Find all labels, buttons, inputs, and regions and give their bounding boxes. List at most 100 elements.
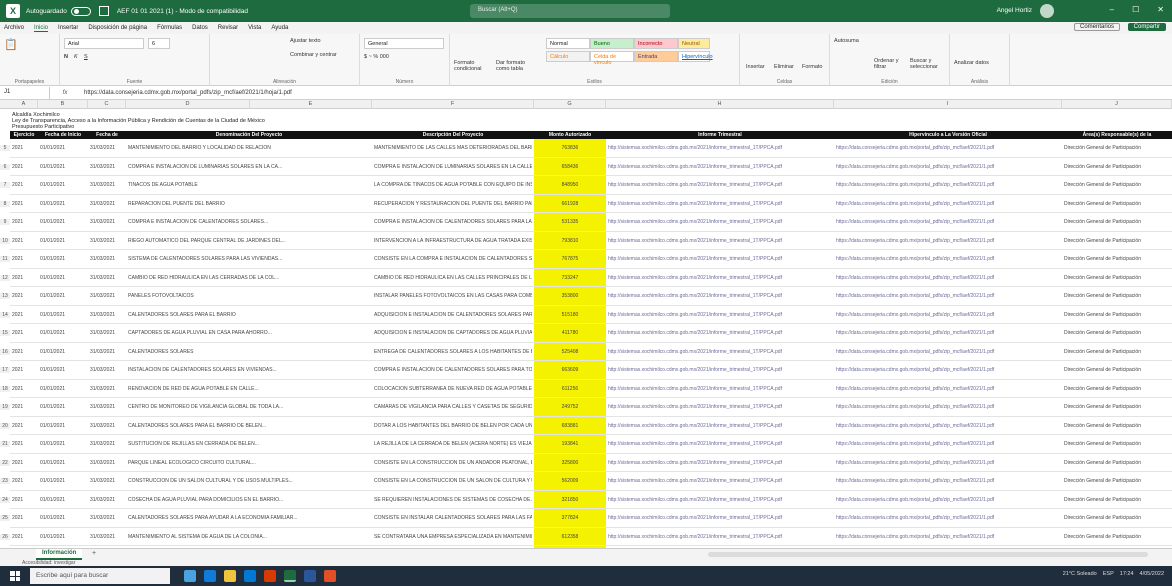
cell-denominacion[interactable]: COSECHA DE AGUA PLUVIAL PARA DOMICILIOS … bbox=[128, 497, 370, 506]
table-row[interactable]: 2021 01/01/2021 31/03/2021 INSTALACIÓN DE C… bbox=[10, 361, 1172, 380]
cell-monto[interactable]: 611256 bbox=[536, 386, 604, 395]
cell-monto[interactable]: 531335 bbox=[536, 219, 604, 228]
cell-monto[interactable]: 793810 bbox=[536, 238, 604, 247]
cell-ejercicio[interactable]: 2021 bbox=[12, 201, 36, 210]
cell-denominacion[interactable]: PARQUE LINEAL ECOLÓGICO CIRCUITO CULTURA… bbox=[128, 460, 370, 469]
cell-fecha-termino[interactable]: 31/03/2021 bbox=[90, 534, 124, 543]
cell-informe[interactable]: http://sistemas.xochimilco.cdmx.gob.mx/2… bbox=[608, 386, 832, 395]
edge-icon[interactable] bbox=[204, 570, 216, 582]
minimize-icon[interactable]: – bbox=[1110, 5, 1114, 14]
column-header-g[interactable]: G bbox=[534, 100, 606, 109]
column-header-d[interactable]: D bbox=[126, 100, 250, 109]
cell-hipervinculo[interactable]: https://data.consejeria.cdmx.gob.mx/port… bbox=[836, 182, 1060, 191]
cell-fecha-inicio[interactable]: 01/01/2021 bbox=[40, 145, 86, 154]
cell-informe[interactable]: http://sistemas.xochimilco.cdmx.gob.mx/2… bbox=[608, 293, 832, 302]
cell-informe[interactable]: http://sistemas.xochimilco.cdmx.gob.mx/2… bbox=[608, 182, 832, 191]
cell-area[interactable]: Dirección General de Participación bbox=[1064, 164, 1170, 173]
table-row[interactable]: 2021 01/01/2021 31/03/2021 SISTEMA DE CALEN… bbox=[10, 250, 1172, 269]
cell-informe[interactable]: http://sistemas.xochimilco.cdmx.gob.mx/2… bbox=[608, 367, 832, 376]
cell-fecha-termino[interactable]: 31/03/2021 bbox=[90, 238, 124, 247]
cell-denominacion[interactable]: RENOVACIÓN DE RED DE AGUA POTABLE EN CAL… bbox=[128, 386, 370, 395]
table-row[interactable]: 2021 01/01/2021 31/03/2021 CAMBIO DE RED HI… bbox=[10, 269, 1172, 287]
cell-area[interactable]: Dirección General de Participación bbox=[1064, 478, 1170, 487]
table-row[interactable]: 2021 01/01/2021 31/03/2021 MANTENIMIENTO DE… bbox=[10, 139, 1172, 158]
cell-informe[interactable]: http://sistemas.xochimilco.cdmx.gob.mx/2… bbox=[608, 515, 832, 524]
menu-datos[interactable]: Datos bbox=[192, 25, 208, 31]
style-normal[interactable]: Normal bbox=[546, 38, 590, 49]
cell-hipervinculo[interactable]: https://data.consejeria.cdmx.gob.mx/port… bbox=[836, 349, 1060, 358]
style-celda-vinculo[interactable]: Celda de vínculo bbox=[590, 51, 634, 66]
word-icon[interactable] bbox=[304, 570, 316, 582]
cell-descripcion[interactable]: DOTAR A LOS HABITANTES DEL BARRIO DE BEL… bbox=[374, 423, 532, 432]
menu-revisar[interactable]: Revisar bbox=[218, 25, 238, 31]
cell-fecha-termino[interactable]: 31/03/2021 bbox=[90, 145, 124, 154]
font-name-select[interactable]: Arial bbox=[64, 38, 144, 49]
cell-monto[interactable]: 663609 bbox=[536, 367, 604, 376]
cell-descripcion[interactable]: CONSISTE EN LA CONSTRUCCIÓN DE UN ANDADO… bbox=[374, 460, 532, 469]
cell-ejercicio[interactable]: 2021 bbox=[12, 182, 36, 191]
row-number[interactable]: 20 bbox=[0, 422, 10, 429]
row-number[interactable]: 21 bbox=[0, 441, 10, 447]
table-row[interactable]: 2021 01/01/2021 31/03/2021 CAPTADORES DE AG… bbox=[10, 324, 1172, 343]
table-row[interactable]: 2021 01/01/2021 31/03/2021 CENTRO DE MONITO… bbox=[10, 398, 1172, 417]
cell-fecha-inicio[interactable]: 01/01/2021 bbox=[40, 182, 86, 191]
cell-ejercicio[interactable]: 2021 bbox=[12, 164, 36, 173]
cell-fecha-termino[interactable]: 31/03/2021 bbox=[90, 515, 124, 524]
table-row[interactable]: 2021 01/01/2021 31/03/2021 PANELES FOTOVOLT… bbox=[10, 287, 1172, 306]
cell-fecha-termino[interactable]: 31/03/2021 bbox=[90, 330, 124, 339]
windows-start-icon[interactable] bbox=[10, 571, 20, 581]
row-number[interactable]: 13 bbox=[0, 293, 10, 299]
analyze-data-button[interactable]: Analizar datos bbox=[954, 60, 1004, 66]
cell-monto[interactable]: 658436 bbox=[536, 164, 604, 173]
merge-center-button[interactable]: Combinar y centrar bbox=[290, 52, 337, 58]
cell-hipervinculo[interactable]: https://data.consejeria.cdmx.gob.mx/port… bbox=[836, 534, 1060, 543]
search-input[interactable]: Buscar (Alt+Q) bbox=[470, 4, 670, 18]
column-header-a[interactable]: A bbox=[10, 100, 38, 109]
cell-area[interactable]: Dirección General de Participación bbox=[1064, 219, 1170, 228]
cell-fecha-inicio[interactable]: 01/01/2021 bbox=[40, 404, 86, 413]
cell-fecha-termino[interactable]: 31/03/2021 bbox=[90, 404, 124, 413]
cell-fecha-inicio[interactable]: 01/01/2021 bbox=[40, 330, 86, 339]
cell-descripcion[interactable]: COMPRA E INSTALACIÓN DE LUMINARIAS SOLAR… bbox=[374, 164, 532, 173]
add-sheet-button[interactable]: + bbox=[92, 550, 96, 557]
style-incorrecto[interactable]: Incorrecto bbox=[634, 38, 678, 49]
cell-area[interactable]: Dirección General de Participación bbox=[1064, 367, 1170, 376]
row-number[interactable]: 17 bbox=[0, 367, 10, 373]
cell-monto[interactable]: 249752 bbox=[536, 404, 604, 413]
row-number[interactable]: 19 bbox=[0, 404, 10, 410]
cell-descripcion[interactable]: RECUPERACIÓN Y RESTAURACIÓN DEL PUENTE D… bbox=[374, 201, 532, 210]
cell-denominacion[interactable]: CALENTADORES SOLARES PARA EL BARRIO bbox=[128, 312, 370, 321]
cell-ejercicio[interactable]: 2021 bbox=[12, 367, 36, 376]
cell-denominacion[interactable]: SUSTITUCIÓN DE REJILLAS EN CERRADA DE BE… bbox=[128, 441, 370, 450]
row-number[interactable]: 9 bbox=[0, 219, 10, 225]
cell-fecha-inicio[interactable]: 01/01/2021 bbox=[40, 460, 86, 469]
style-bueno[interactable]: Bueno bbox=[590, 38, 634, 49]
cell-descripcion[interactable]: INTERVENCIÓN A LA INFRAESTRUCTURA DE AGU… bbox=[374, 238, 532, 247]
cell-monto[interactable]: 193841 bbox=[536, 441, 604, 450]
cell-hipervinculo[interactable]: https://data.consejeria.cdmx.gob.mx/port… bbox=[836, 497, 1060, 506]
italic-icon[interactable]: K bbox=[74, 54, 78, 60]
cell-fecha-inicio[interactable]: 01/01/2021 bbox=[40, 534, 86, 543]
cell-hipervinculo[interactable]: https://data.consejeria.cdmx.gob.mx/port… bbox=[836, 386, 1060, 395]
underline-icon[interactable]: S bbox=[84, 54, 88, 60]
cell-area[interactable]: Dirección General de Participación bbox=[1064, 145, 1170, 154]
menu-formulas[interactable]: Fórmulas bbox=[157, 25, 182, 31]
cell-area[interactable]: Dirección General de Participación bbox=[1064, 534, 1170, 543]
name-box[interactable]: J1 bbox=[0, 86, 50, 99]
cell-area[interactable]: Dirección General de Participación bbox=[1064, 515, 1170, 524]
cell-area[interactable]: Dirección General de Participación bbox=[1064, 441, 1170, 450]
table-row[interactable]: 2021 01/01/2021 31/03/2021 RENOVACIÓN DE RE… bbox=[10, 380, 1172, 398]
bold-icon[interactable]: N bbox=[64, 54, 68, 60]
insert-cells-button[interactable]: Insertar bbox=[746, 64, 765, 70]
cell-area[interactable]: Dirección General de Participación bbox=[1064, 201, 1170, 210]
menu-inicio[interactable]: Inicio bbox=[34, 25, 49, 32]
clock-time[interactable]: 17:24 bbox=[1120, 571, 1134, 577]
cell-informe[interactable]: http://sistemas.xochimilco.cdmx.gob.mx/2… bbox=[608, 201, 832, 210]
table-row[interactable]: 2021 01/01/2021 31/03/2021 RIEGO AUTOMÁTICO… bbox=[10, 232, 1172, 250]
cell-descripcion[interactable]: SE REQUIEREN INSTALACIONES DE SISTEMAS D… bbox=[374, 497, 532, 506]
cell-informe[interactable]: http://sistemas.xochimilco.cdmx.gob.mx/2… bbox=[608, 441, 832, 450]
cell-denominacion[interactable]: CALENTADORES SOLARES bbox=[128, 349, 370, 358]
cell-area[interactable]: Dirección General de Participación bbox=[1064, 386, 1170, 395]
row-number[interactable]: 8 bbox=[0, 200, 10, 207]
cell-denominacion[interactable]: INSTALACIÓN DE CALENTADORES SOLARES EN V… bbox=[128, 367, 370, 376]
